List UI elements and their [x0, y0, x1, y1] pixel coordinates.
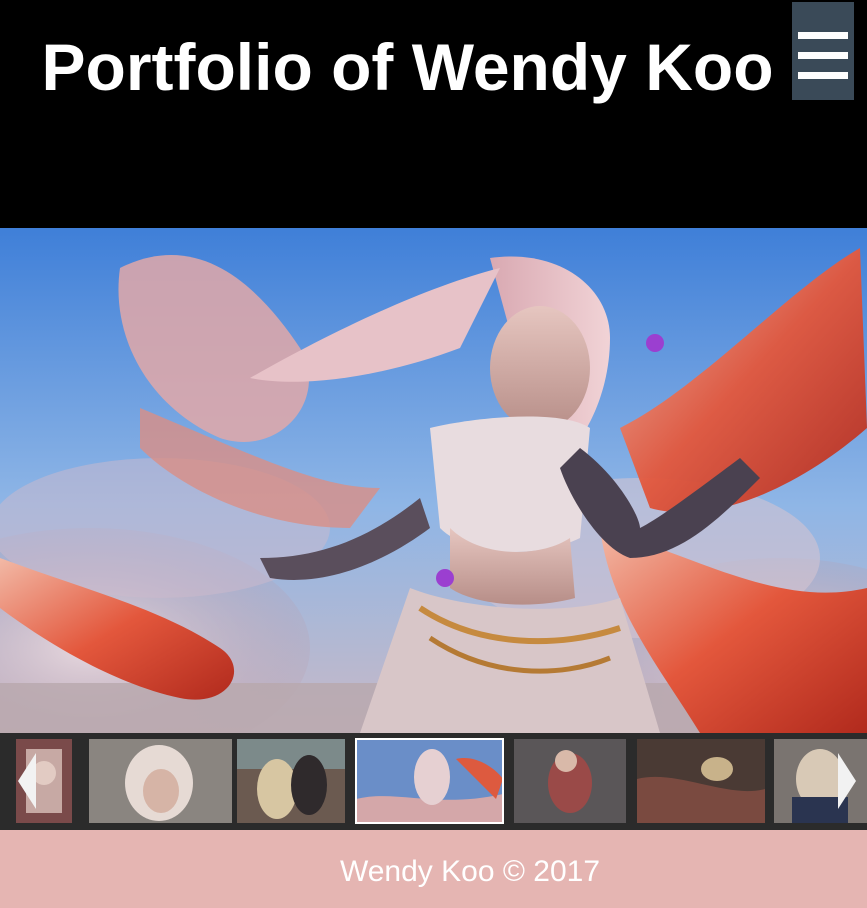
- thumbnail-strip: [0, 733, 867, 830]
- chevron-left-icon: [18, 753, 36, 809]
- menu-button[interactable]: [792, 2, 854, 100]
- hero-image: [0, 228, 867, 733]
- thumb-5[interactable]: [514, 739, 626, 823]
- site-header: Portfolio of Wendy Koo: [0, 0, 867, 228]
- page: Portfolio of Wendy Koo Wendy Koo © 2017: [0, 0, 867, 908]
- copyright-text: Wendy Koo © 2017: [339, 855, 601, 888]
- thumb-3[interactable]: [237, 739, 345, 823]
- thumb-2[interactable]: [89, 739, 232, 823]
- thumb-6[interactable]: [637, 739, 765, 823]
- prev-arrow[interactable]: [14, 739, 44, 823]
- site-title: Portfolio of Wendy Koo: [41, 30, 774, 104]
- next-arrow[interactable]: [832, 739, 862, 823]
- chevron-right-icon: [838, 753, 856, 809]
- thumb-4[interactable]: [355, 738, 504, 824]
- hero-artwork: [0, 228, 867, 733]
- site-footer: Wendy Koo © 2017: [0, 830, 867, 908]
